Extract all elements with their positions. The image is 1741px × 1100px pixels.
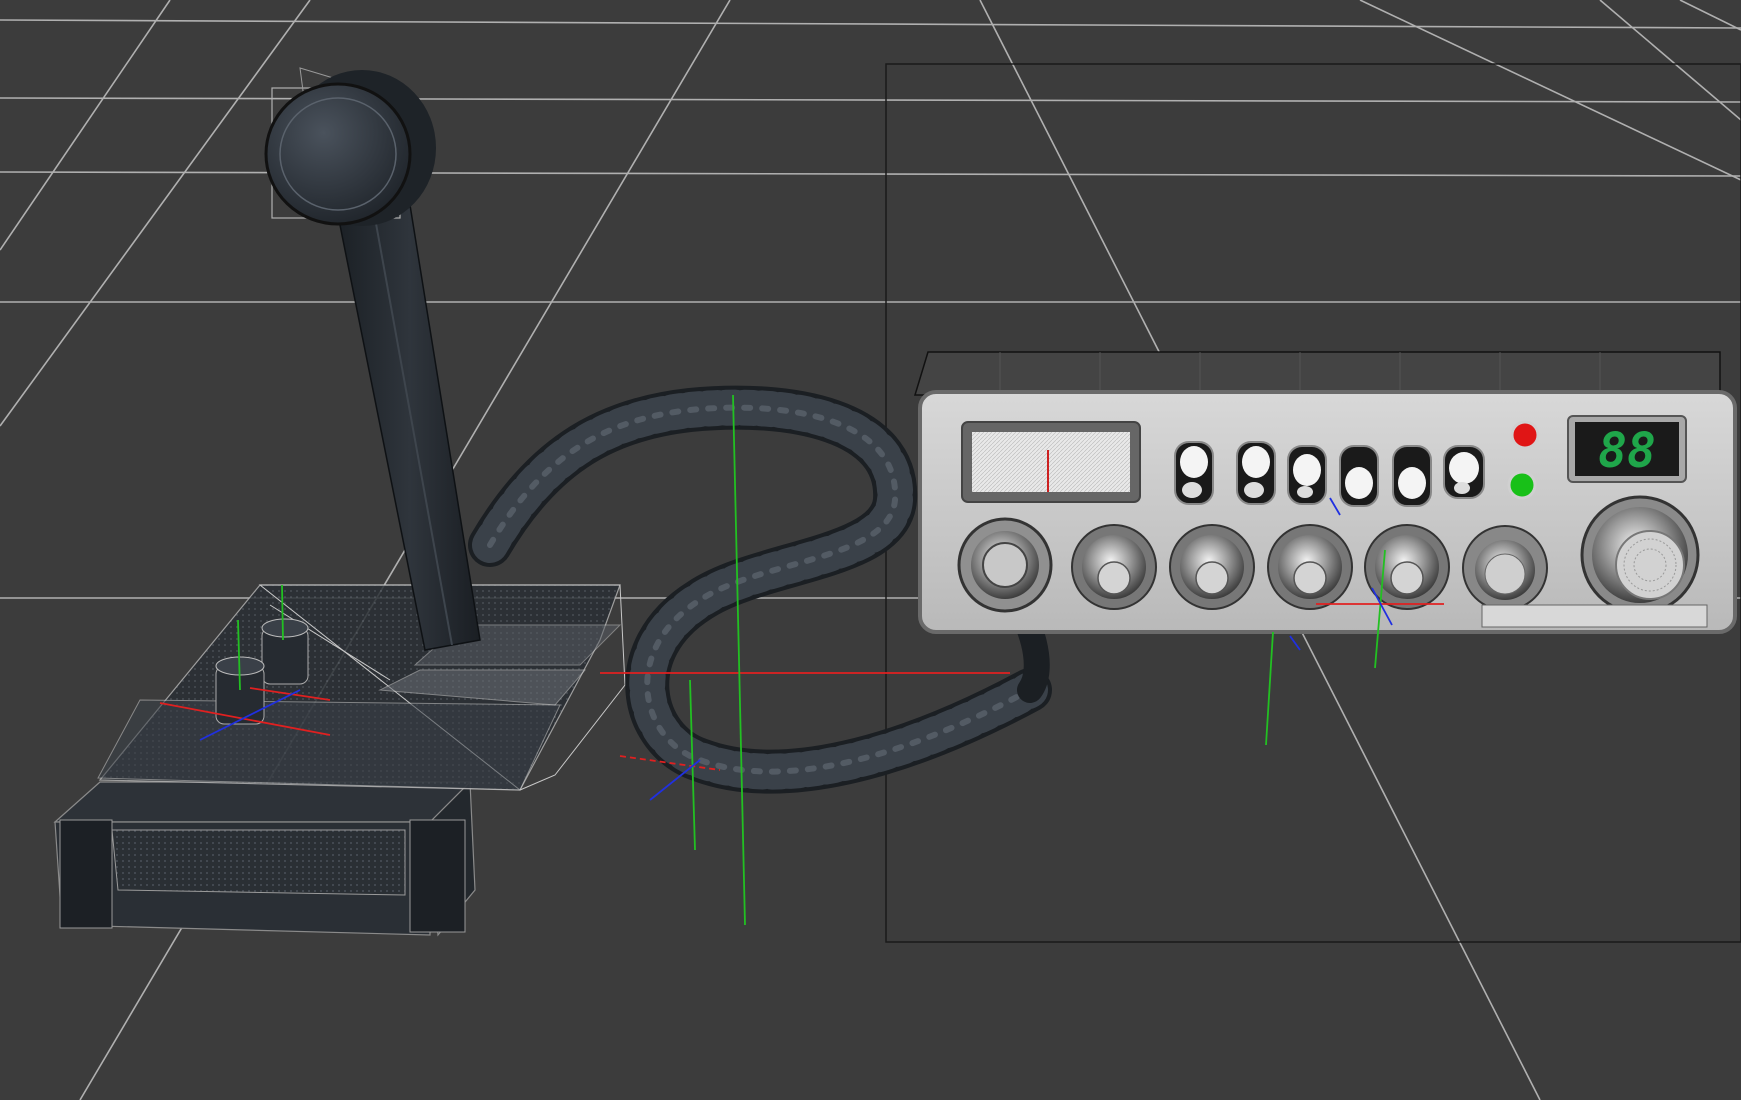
microphone-stand <box>339 204 481 651</box>
toggle-switch-5[interactable] <box>1392 445 1432 507</box>
toggle-switch-3[interactable] <box>1287 445 1327 505</box>
microphone-head <box>264 67 436 226</box>
led-green-indicator <box>1507 470 1537 500</box>
toggle-switch-1[interactable] <box>1174 441 1214 505</box>
toggle-switch-2[interactable] <box>1236 441 1276 505</box>
signal-meter <box>961 421 1141 503</box>
toggle-switch-4[interactable] <box>1339 445 1379 507</box>
led-red-indicator <box>1510 420 1540 450</box>
radio-label-plate <box>1481 604 1708 628</box>
base-knob-rear <box>261 618 309 685</box>
3d-viewport[interactable]: 88 <box>0 0 1741 1100</box>
microphone-base <box>53 584 626 937</box>
cb-radio: 88 <box>913 351 1737 634</box>
squelch-knob[interactable] <box>1169 524 1255 610</box>
scene-canvas[interactable]: 88 <box>0 0 1741 1100</box>
toggle-switch-6[interactable] <box>1443 445 1485 499</box>
volume-knob[interactable] <box>1071 524 1157 610</box>
mic-jack[interactable] <box>957 517 1053 613</box>
tone-knob[interactable] <box>1462 525 1548 611</box>
channel-display: 88 <box>1567 415 1687 483</box>
channel-display-digits: 88 <box>1598 423 1656 479</box>
channel-selector-knob[interactable] <box>1580 495 1700 615</box>
rf-gain-knob[interactable] <box>1267 524 1353 610</box>
mic-gain-knob[interactable] <box>1364 524 1450 610</box>
